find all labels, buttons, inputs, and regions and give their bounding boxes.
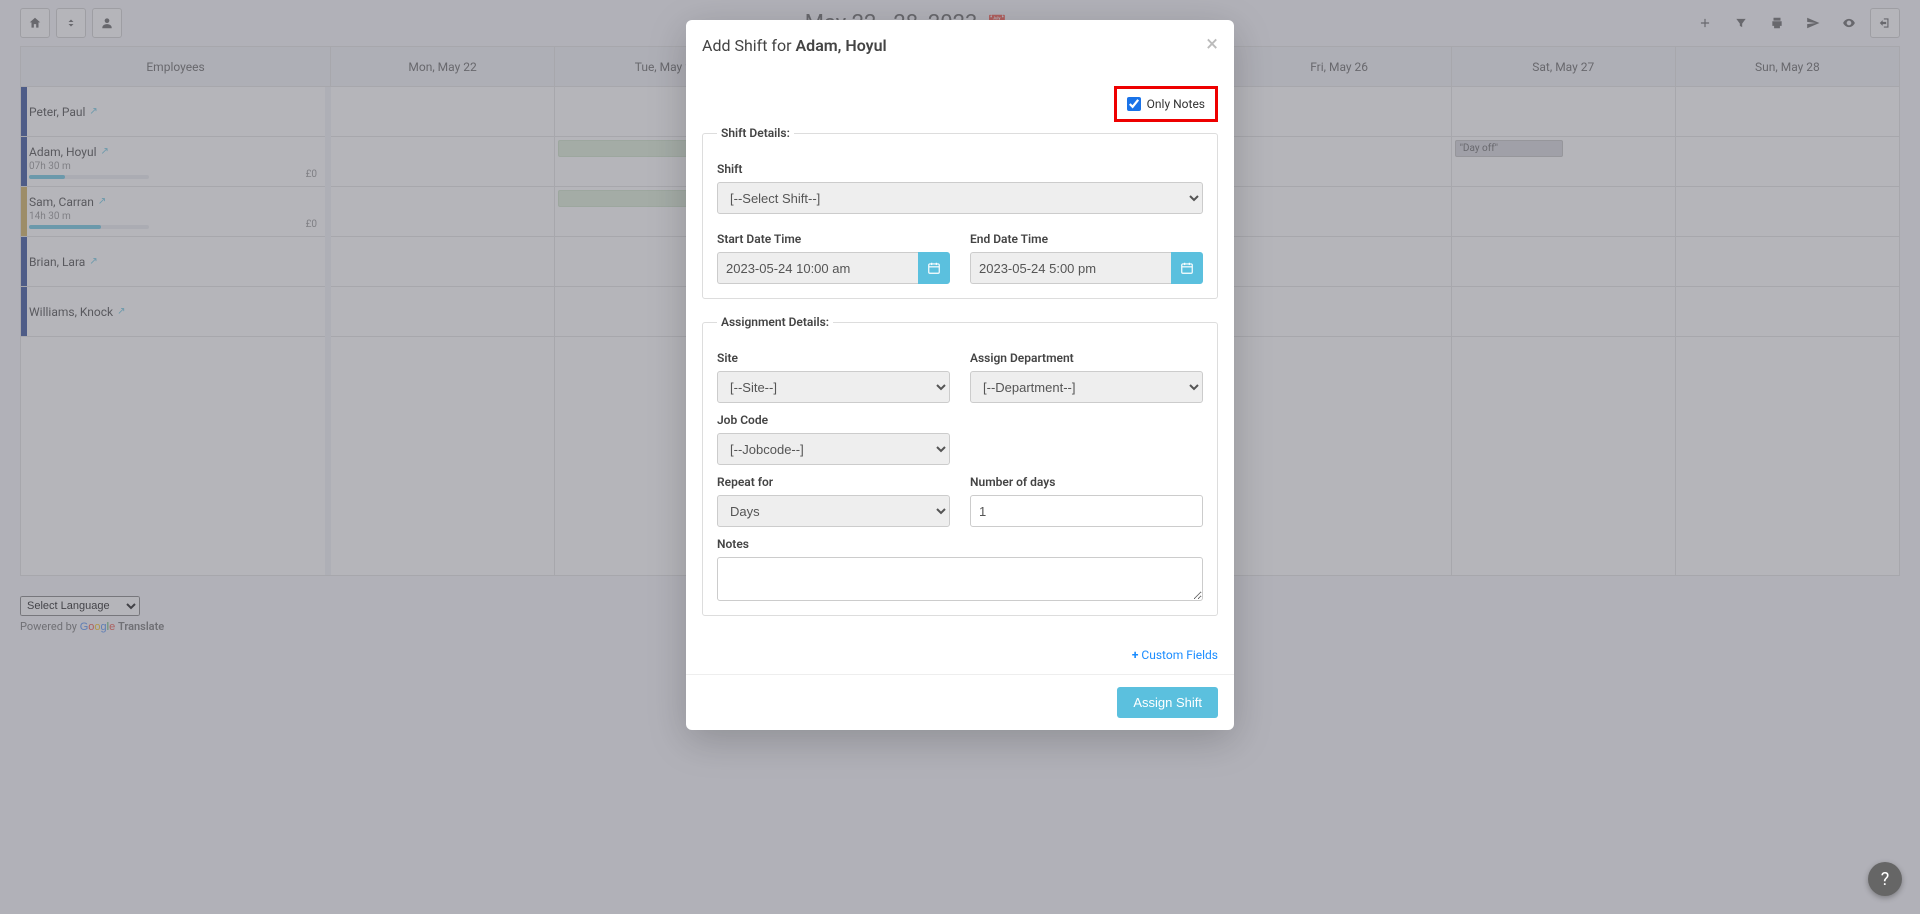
assignment-legend: Assignment Details: xyxy=(717,315,833,329)
only-notes-label: Only Notes xyxy=(1147,97,1205,111)
help-icon: ? xyxy=(1881,869,1890,890)
repeat-label: Repeat for xyxy=(717,475,950,489)
calendar-icon xyxy=(927,261,941,275)
jobcode-label: Job Code xyxy=(717,413,950,427)
only-notes-toggle[interactable]: Only Notes xyxy=(1114,86,1218,122)
department-select[interactable]: [--Department--] xyxy=(970,371,1203,403)
site-label: Site xyxy=(717,351,950,365)
only-notes-checkbox[interactable] xyxy=(1127,97,1141,111)
modal-title: Add Shift for Adam, Hoyul xyxy=(702,36,887,55)
shift-select[interactable]: [--Select Shift--] xyxy=(717,182,1203,214)
jobcode-select[interactable]: [--Jobcode--] xyxy=(717,433,950,465)
notes-textarea[interactable] xyxy=(717,557,1203,601)
start-date-input[interactable] xyxy=(717,252,918,284)
end-date-picker-button[interactable] xyxy=(1171,252,1203,284)
help-button[interactable]: ? xyxy=(1868,862,1902,896)
add-shift-modal: Add Shift for Adam, Hoyul × Only Notes S… xyxy=(686,20,1234,730)
shift-details-fieldset: Shift Details: Shift [--Select Shift--] … xyxy=(702,126,1218,299)
start-date-label: Start Date Time xyxy=(717,232,950,246)
custom-fields-link[interactable]: + Custom Fields xyxy=(1132,648,1218,662)
start-date-picker-button[interactable] xyxy=(918,252,950,284)
modal-overlay: Add Shift for Adam, Hoyul × Only Notes S… xyxy=(0,0,1920,914)
shift-label: Shift xyxy=(717,162,1203,176)
repeat-select[interactable]: Days xyxy=(717,495,950,527)
end-date-label: End Date Time xyxy=(970,232,1203,246)
site-select[interactable]: [--Site--] xyxy=(717,371,950,403)
shift-details-legend: Shift Details: xyxy=(717,126,794,140)
assignment-details-fieldset: Assignment Details: Site [--Site--] Assi… xyxy=(702,315,1218,616)
notes-label: Notes xyxy=(717,537,1203,551)
numdays-label: Number of days xyxy=(970,475,1203,489)
calendar-icon xyxy=(1180,261,1194,275)
numdays-input[interactable] xyxy=(970,495,1203,527)
assign-shift-button[interactable]: Assign Shift xyxy=(1117,687,1218,718)
plus-icon: + xyxy=(1132,648,1139,662)
department-label: Assign Department xyxy=(970,351,1203,365)
close-button[interactable]: × xyxy=(1206,34,1218,56)
end-date-input[interactable] xyxy=(970,252,1171,284)
